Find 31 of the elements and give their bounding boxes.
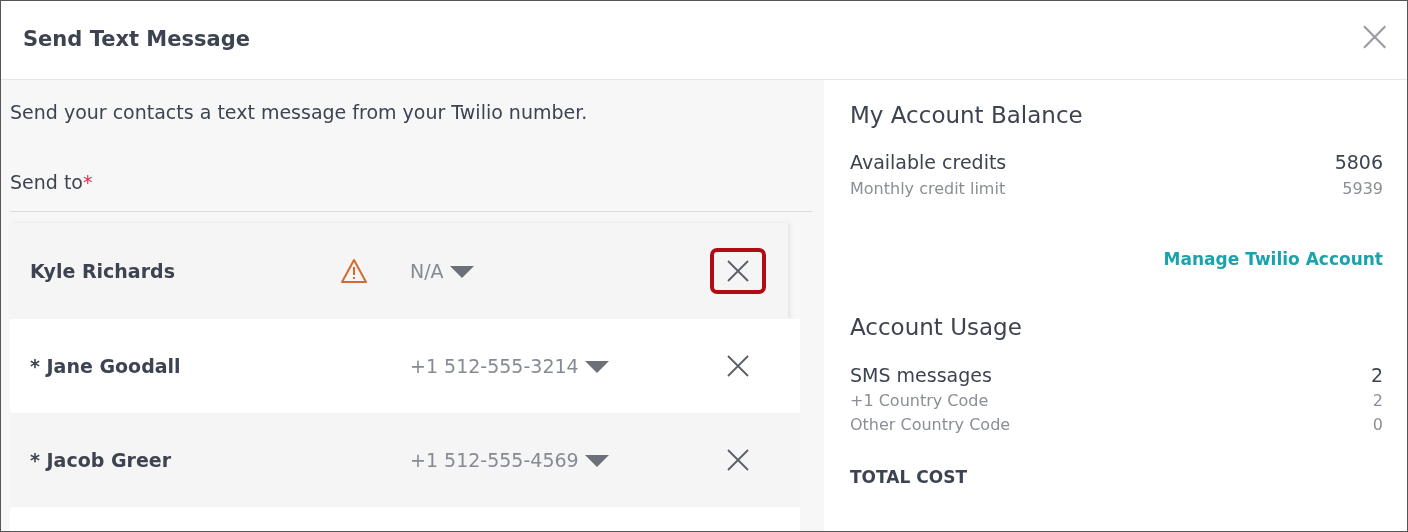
stat-label: Monthly credit limit xyxy=(850,177,1006,200)
description-text: Send your contacts a text message from your Twilio number. xyxy=(10,99,589,125)
dropdown-caret-icon[interactable] xyxy=(449,266,474,279)
section-heading: Account Usage xyxy=(850,313,1023,343)
dialog-title: Send Text Message xyxy=(23,26,250,54)
remove-button[interactable] xyxy=(710,247,766,294)
close-icon xyxy=(727,259,749,282)
stat-value: 5806 xyxy=(1334,150,1383,176)
total-cost-label: TOTAL COST xyxy=(850,466,968,490)
phone-number: +1 512-555-3214 xyxy=(410,353,579,379)
stat-label: +1 Country Code xyxy=(850,390,989,413)
close-icon xyxy=(727,354,749,377)
stat-value: 0 xyxy=(1372,414,1383,437)
contact-name: * Jacob Greer xyxy=(29,447,173,473)
stat-value: 2 xyxy=(1370,362,1383,388)
dropdown-caret-icon[interactable] xyxy=(584,455,609,468)
stat-label: Available credits xyxy=(850,150,1007,176)
stat-label: SMS messages xyxy=(850,362,992,388)
stat-value: 5939 xyxy=(1342,177,1383,200)
section-heading: My Account Balance xyxy=(850,100,1084,130)
stat-value: 2 xyxy=(1372,390,1383,413)
phone-number: N/A xyxy=(410,258,444,284)
contact-name: * Jane Goodall xyxy=(29,353,182,379)
send-to-label: Send to* xyxy=(10,170,94,196)
dropdown-caret-icon[interactable] xyxy=(584,361,609,374)
manage-account-link[interactable]: Manage Twilio Account xyxy=(1163,248,1383,269)
close-button[interactable]: × xyxy=(1356,14,1407,66)
stat-label: Other Country Code xyxy=(850,414,1011,437)
contact-name: Kyle Richards xyxy=(29,258,176,284)
phone-number: +1 512-555-4569 xyxy=(410,447,579,473)
close-icon xyxy=(727,448,749,471)
